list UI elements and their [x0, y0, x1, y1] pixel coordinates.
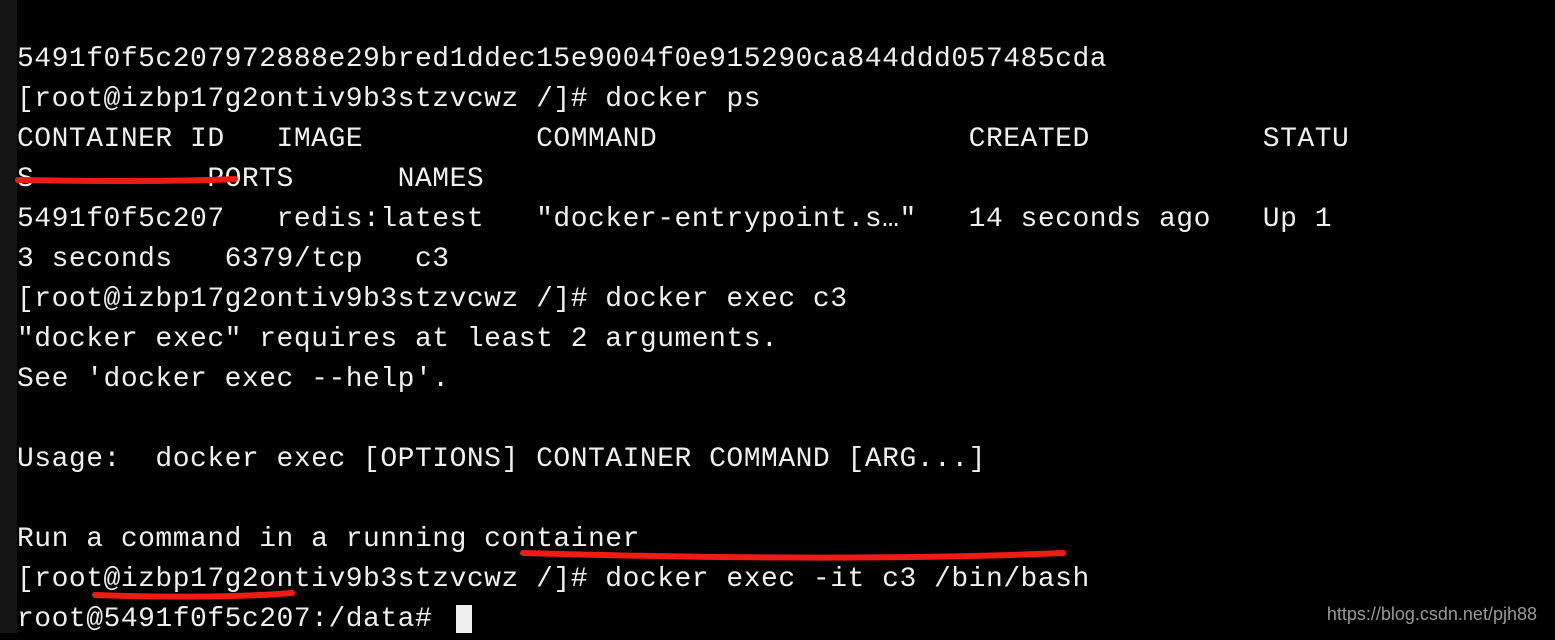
terminal-output[interactable]: 5491f0f5c207972888e29bred1ddec15e9004f0e…	[17, 0, 1555, 640]
container-prompt: root@5491f0f5c207:/data#	[17, 604, 472, 635]
cursor-block	[456, 605, 472, 633]
prompt-docker-ps: [root@izbp17g2ontiv9b3stzvcwz /]# docker…	[17, 84, 761, 115]
ps-header-line1: CONTAINER ID IMAGE COMMAND CREATED STATU	[17, 124, 1349, 155]
exec-error-line1: "docker exec" requires at least 2 argume…	[17, 324, 778, 355]
exec-description: Run a command in a running container	[17, 524, 640, 555]
ps-header-line2: S PORTS NAMES	[17, 164, 484, 195]
exec-usage-line: Usage: docker exec [OPTIONS] CONTAINER C…	[17, 444, 986, 475]
ps-row-line1: 5491f0f5c207 redis:latest "docker-entryp…	[17, 204, 1332, 235]
ps-row-line2: 3 seconds 6379/tcp c3	[17, 244, 450, 275]
csdn-watermark: https://blog.csdn.net/pjh88	[1327, 604, 1537, 625]
output-hash-line: 5491f0f5c207972888e29bred1ddec15e9004f0e…	[17, 44, 1107, 75]
prompt-docker-exec-c3: [root@izbp17g2ontiv9b3stzvcwz /]# docker…	[17, 284, 848, 315]
prompt-docker-exec-it: [root@izbp17g2ontiv9b3stzvcwz /]# docker…	[17, 564, 1090, 595]
editor-gutter	[0, 0, 17, 633]
exec-error-line2: See 'docker exec --help'.	[17, 364, 450, 395]
